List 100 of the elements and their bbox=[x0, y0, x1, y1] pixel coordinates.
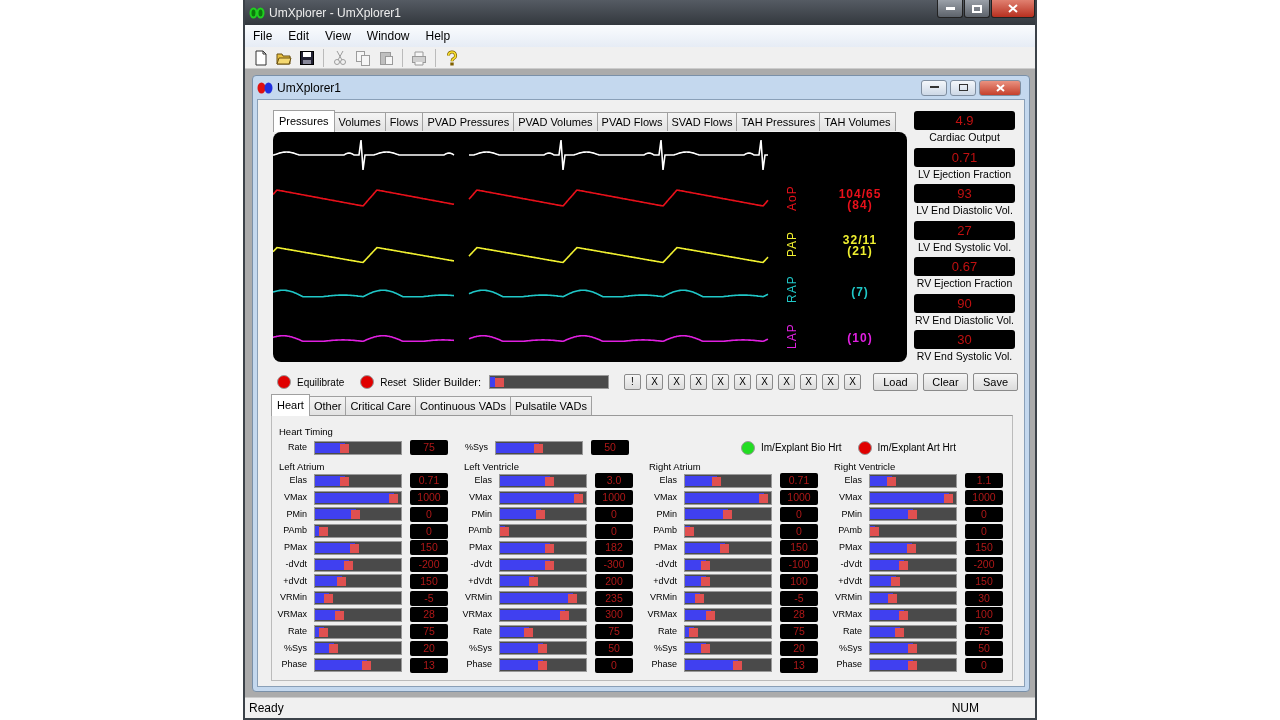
slider[interactable] bbox=[869, 591, 957, 606]
slider-thumb[interactable] bbox=[340, 443, 350, 453]
slider[interactable] bbox=[684, 473, 772, 488]
builder-button[interactable]: X bbox=[668, 374, 685, 390]
slider[interactable] bbox=[684, 591, 772, 606]
slider[interactable] bbox=[499, 641, 587, 656]
slider[interactable] bbox=[314, 473, 402, 488]
builder-button[interactable]: X bbox=[734, 374, 751, 390]
builder-button[interactable]: X bbox=[800, 374, 817, 390]
slider[interactable] bbox=[314, 557, 402, 572]
slider[interactable] bbox=[314, 540, 402, 555]
slider-thumb[interactable] bbox=[886, 476, 896, 486]
builder-button[interactable]: X bbox=[844, 374, 861, 390]
slider-thumb[interactable] bbox=[711, 476, 721, 486]
slider[interactable] bbox=[869, 607, 957, 622]
slider[interactable] bbox=[869, 507, 957, 522]
slider-thumb[interactable] bbox=[759, 493, 769, 503]
slider[interactable] bbox=[499, 524, 587, 539]
slider[interactable] bbox=[684, 658, 772, 673]
slider-thumb[interactable] bbox=[340, 476, 350, 486]
slider[interactable] bbox=[869, 658, 957, 673]
maximize-button[interactable] bbox=[964, 0, 990, 18]
indicator-light[interactable] bbox=[857, 440, 872, 455]
help-icon[interactable] bbox=[444, 49, 460, 66]
slider[interactable] bbox=[869, 624, 957, 639]
slider-thumb[interactable] bbox=[685, 527, 695, 537]
new-document-icon[interactable] bbox=[253, 49, 269, 66]
tab[interactable]: SVAD Flows bbox=[666, 112, 738, 131]
menu-item[interactable]: Edit bbox=[280, 27, 318, 45]
slider[interactable] bbox=[499, 540, 587, 555]
slider-thumb[interactable] bbox=[908, 510, 917, 520]
tab[interactable]: TAH Pressures bbox=[736, 112, 821, 131]
tab[interactable]: Volumes bbox=[333, 112, 386, 131]
slider[interactable] bbox=[499, 557, 587, 572]
slider[interactable] bbox=[869, 641, 957, 656]
builder-button[interactable]: ! bbox=[624, 374, 641, 390]
tab[interactable]: Critical Care bbox=[345, 395, 416, 415]
close-button[interactable] bbox=[991, 0, 1035, 18]
slider[interactable] bbox=[499, 591, 587, 606]
action-button[interactable]: Save bbox=[973, 373, 1018, 391]
slider[interactable] bbox=[314, 574, 402, 589]
slider[interactable] bbox=[869, 574, 957, 589]
builder-button[interactable]: X bbox=[690, 374, 707, 390]
tab[interactable]: PVAD Volumes bbox=[513, 112, 598, 131]
tab[interactable]: PVAD Flows bbox=[596, 112, 668, 131]
slider[interactable] bbox=[684, 490, 772, 505]
slider[interactable] bbox=[314, 440, 402, 455]
action-button[interactable]: Load bbox=[873, 373, 918, 391]
slider[interactable] bbox=[684, 624, 772, 639]
slider-thumb[interactable] bbox=[870, 527, 880, 537]
slider-thumb[interactable] bbox=[944, 493, 954, 503]
slider-thumb[interactable] bbox=[319, 527, 329, 537]
slider[interactable] bbox=[314, 624, 402, 639]
slider-thumb[interactable] bbox=[389, 493, 399, 503]
slider-thumb[interactable] bbox=[544, 476, 554, 486]
slider[interactable] bbox=[869, 473, 957, 488]
slider[interactable] bbox=[684, 507, 772, 522]
slider[interactable] bbox=[499, 490, 587, 505]
slider[interactable] bbox=[314, 607, 402, 622]
slider[interactable] bbox=[314, 490, 402, 505]
slider-thumb[interactable] bbox=[723, 510, 732, 520]
tab[interactable]: Other bbox=[308, 395, 347, 415]
slider[interactable] bbox=[489, 375, 609, 389]
slider[interactable] bbox=[314, 524, 402, 539]
slider[interactable] bbox=[314, 658, 402, 673]
slider[interactable] bbox=[684, 540, 772, 555]
slider[interactable] bbox=[495, 440, 583, 455]
slider[interactable] bbox=[499, 473, 587, 488]
minimize-button[interactable] bbox=[921, 79, 947, 96]
slider[interactable] bbox=[499, 574, 587, 589]
slider[interactable] bbox=[684, 557, 772, 572]
builder-button[interactable]: X bbox=[822, 374, 839, 390]
slider[interactable] bbox=[684, 641, 772, 656]
slider[interactable] bbox=[684, 574, 772, 589]
slider[interactable] bbox=[499, 658, 587, 673]
slider-thumb[interactable] bbox=[494, 378, 504, 387]
tab[interactable]: Pulsatile VADs bbox=[509, 395, 592, 415]
indicator-light[interactable] bbox=[277, 375, 291, 389]
builder-button[interactable]: X bbox=[778, 374, 795, 390]
slider[interactable] bbox=[499, 607, 587, 622]
tab[interactable]: Continuous VADs bbox=[414, 395, 511, 415]
slider-thumb[interactable] bbox=[351, 510, 361, 520]
slider-thumb[interactable] bbox=[534, 443, 543, 453]
action-button[interactable]: Clear bbox=[923, 373, 968, 391]
menu-item[interactable]: Window bbox=[358, 27, 418, 45]
slider[interactable] bbox=[314, 591, 402, 606]
builder-button[interactable]: X bbox=[712, 374, 729, 390]
builder-button[interactable]: X bbox=[646, 374, 663, 390]
tab[interactable]: Pressures bbox=[273, 110, 335, 132]
tab[interactable]: TAH Volumes bbox=[819, 112, 896, 131]
maximize-button[interactable] bbox=[950, 79, 976, 96]
minimize-button[interactable] bbox=[937, 0, 963, 18]
slider[interactable] bbox=[314, 641, 402, 656]
slider-thumb[interactable] bbox=[500, 527, 510, 537]
slider-thumb[interactable] bbox=[361, 661, 371, 671]
indicator-light[interactable] bbox=[360, 375, 375, 389]
slider[interactable] bbox=[684, 607, 772, 622]
slider-thumb[interactable] bbox=[733, 661, 743, 671]
menu-item[interactable]: View bbox=[317, 27, 359, 45]
slider-thumb[interactable] bbox=[574, 493, 584, 503]
